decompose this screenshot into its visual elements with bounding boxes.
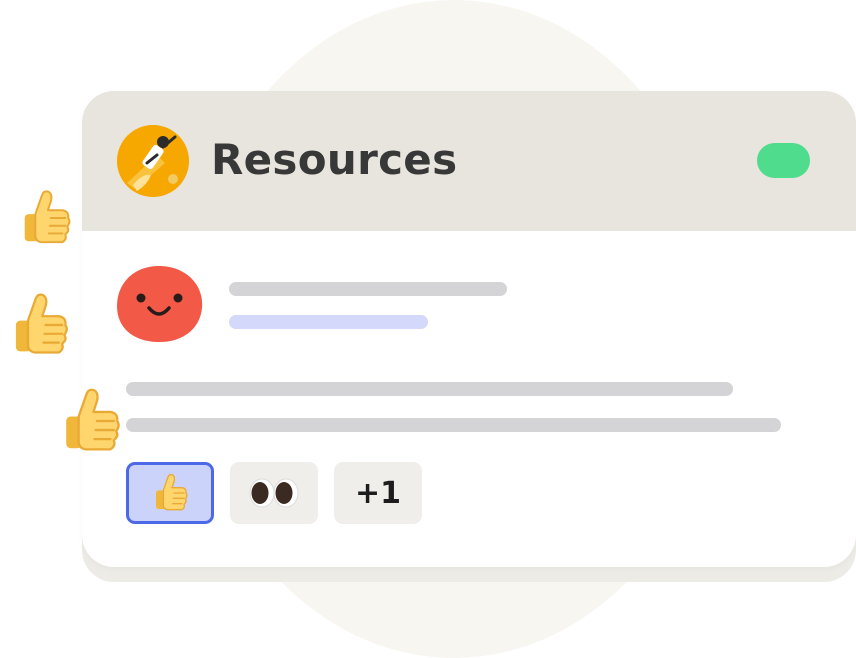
author-name-placeholder [229,282,507,296]
plus-one-label: +1 [354,475,401,511]
author-meta-placeholder [229,315,428,329]
thumbs-up-icon [65,388,120,451]
status-toggle[interactable] [757,143,810,178]
eyes-icon [249,478,299,508]
message-text-placeholder [126,418,781,432]
reaction-thumbs-up-button[interactable] [126,462,214,524]
smiley-blob-icon [115,264,204,344]
reaction-eyes-button[interactable] [230,462,318,524]
thumbs-up-icon [23,190,71,244]
thumbs-up-icon [14,293,68,354]
channel-card: Resources +1 [82,91,856,567]
channel-title: Resources [211,135,458,184]
message-text-placeholder [126,382,733,396]
rocket-illustration-icon [117,125,189,197]
reaction-plus-one-button[interactable]: +1 [334,462,422,524]
channel-header: Resources [82,91,856,231]
thumbs-up-icon [155,473,188,511]
